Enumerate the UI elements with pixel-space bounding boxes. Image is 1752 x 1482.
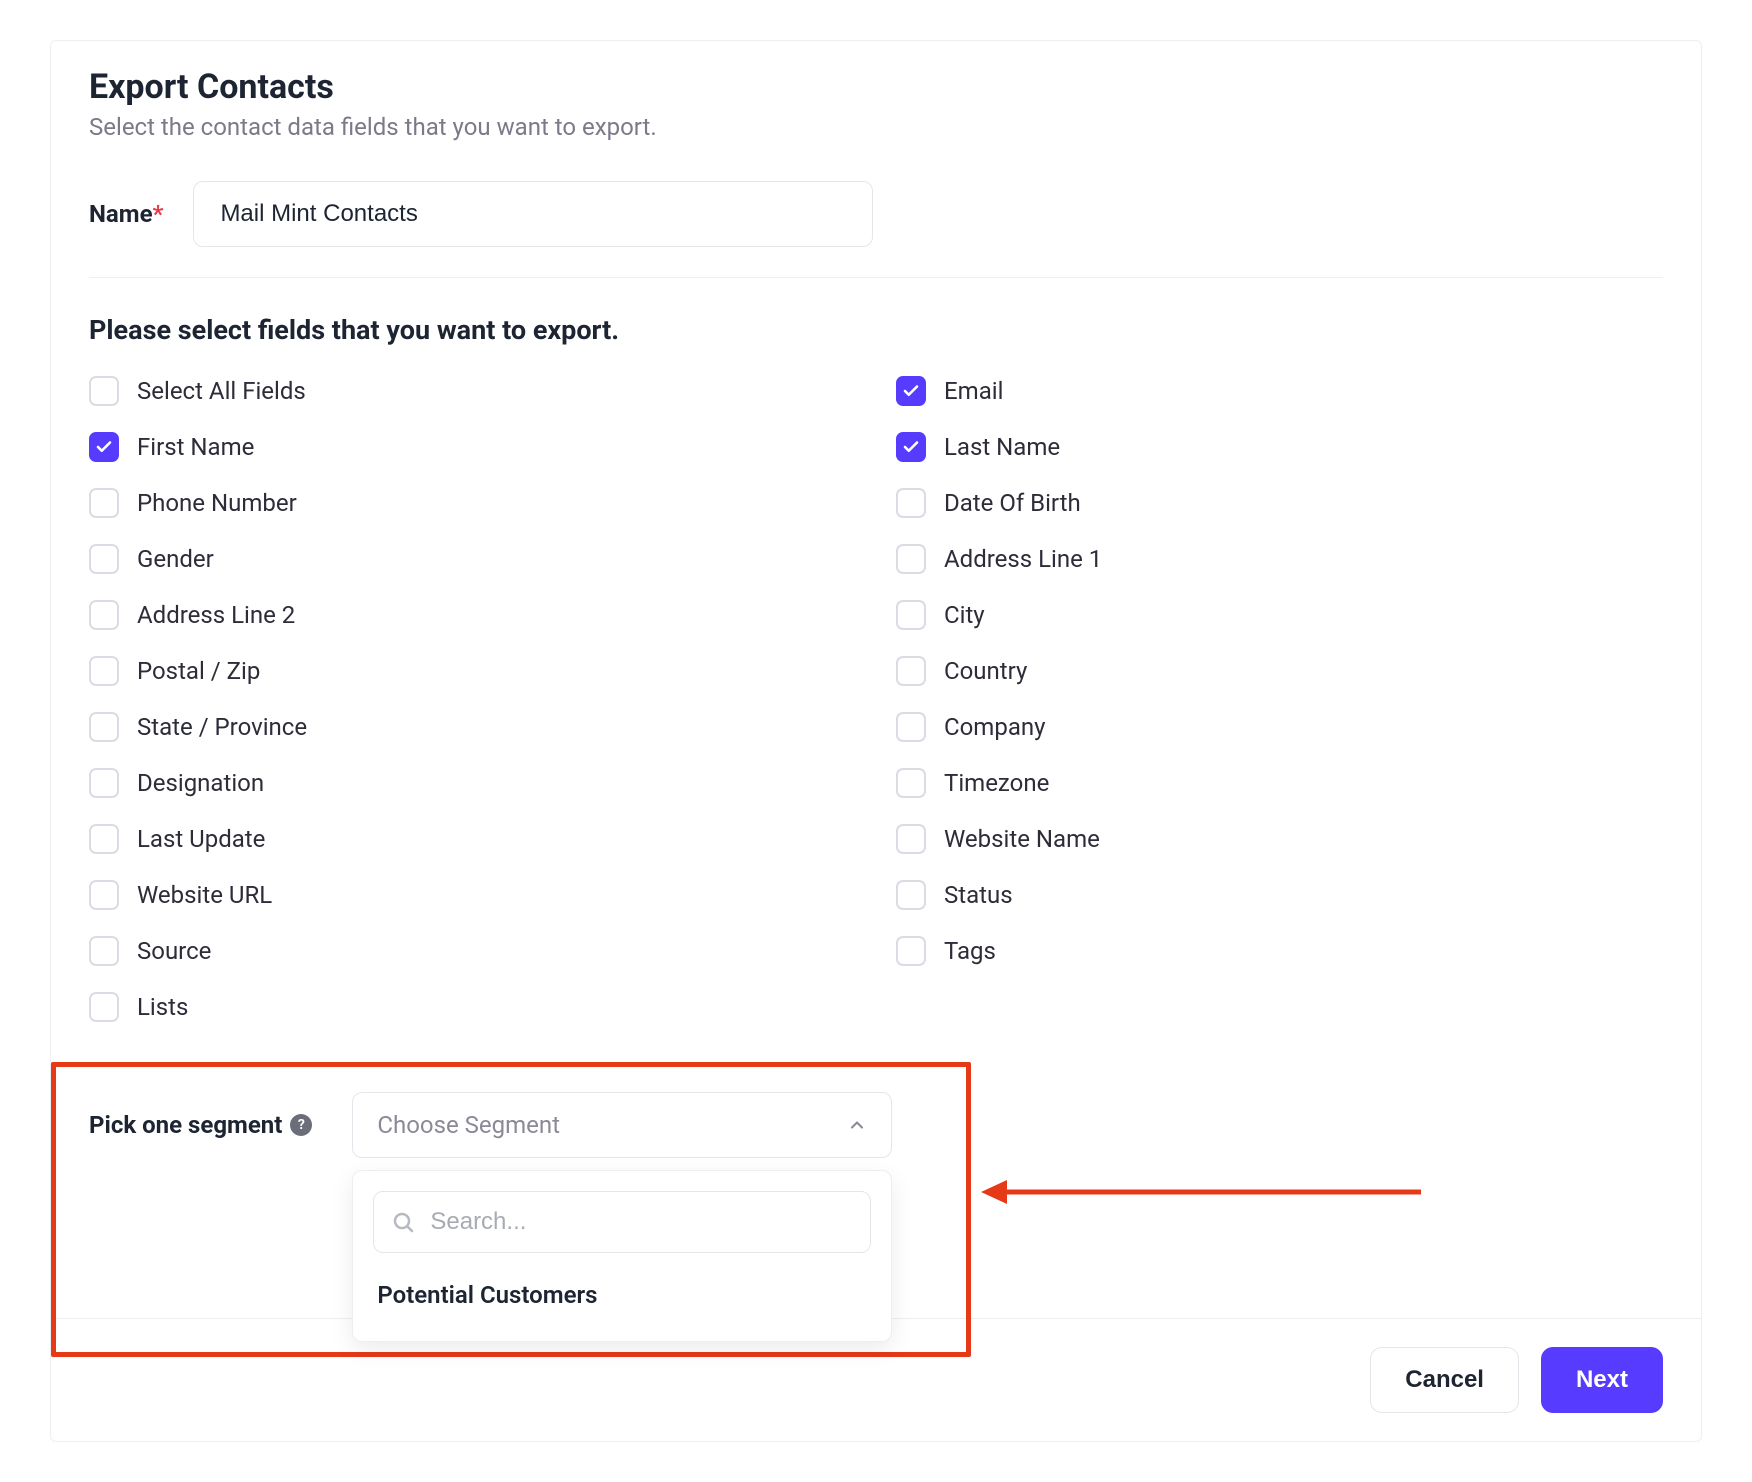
field-item[interactable]: Phone Number <box>89 488 856 518</box>
field-label: City <box>944 601 985 629</box>
field-item[interactable]: State / Province <box>89 712 856 742</box>
field-item[interactable]: Lists <box>89 992 856 1022</box>
panel-header: Export Contacts Select the contact data … <box>51 41 1701 181</box>
segment-placeholder: Choose Segment <box>377 1111 560 1139</box>
field-label: Lists <box>137 993 188 1021</box>
checkbox[interactable] <box>89 432 119 462</box>
field-item[interactable]: City <box>896 600 1663 630</box>
field-item[interactable]: Address Line 1 <box>896 544 1663 574</box>
segment-dropdown: Potential Customers <box>352 1170 892 1342</box>
field-item[interactable]: Gender <box>89 544 856 574</box>
checkbox[interactable] <box>896 600 926 630</box>
fields-section-title: Please select fields that you want to ex… <box>51 278 1701 366</box>
field-label: Designation <box>137 769 264 797</box>
field-label: Date Of Birth <box>944 489 1081 517</box>
field-label: Gender <box>137 545 214 573</box>
segment-label-text: Pick one segment <box>89 1111 282 1139</box>
cancel-button[interactable]: Cancel <box>1370 1347 1519 1413</box>
field-item[interactable]: Source <box>89 936 856 966</box>
annotation-arrow <box>981 1172 1421 1212</box>
checkbox[interactable] <box>89 656 119 686</box>
field-label: Status <box>944 881 1013 909</box>
checkbox[interactable] <box>89 600 119 630</box>
name-label: Name* <box>89 200 163 228</box>
segment-select-head[interactable]: Choose Segment <box>352 1092 892 1158</box>
field-label: State / Province <box>137 713 307 741</box>
help-icon[interactable]: ? <box>290 1114 312 1136</box>
name-row: Name* <box>51 181 1701 277</box>
checkbox[interactable] <box>896 656 926 686</box>
field-item[interactable]: Date Of Birth <box>896 488 1663 518</box>
name-input[interactable] <box>193 181 873 247</box>
field-label: Address Line 2 <box>137 601 295 629</box>
checkbox[interactable] <box>896 488 926 518</box>
field-label: Phone Number <box>137 489 297 517</box>
field-item[interactable]: Website Name <box>896 824 1663 854</box>
field-item[interactable]: Tags <box>896 936 1663 966</box>
segment-options: Potential Customers <box>373 1275 871 1315</box>
checkbox[interactable] <box>89 768 119 798</box>
checkbox[interactable] <box>89 880 119 910</box>
export-contacts-panel: Export Contacts Select the contact data … <box>50 40 1702 1442</box>
checkbox[interactable] <box>896 432 926 462</box>
field-label: Last Update <box>137 825 265 853</box>
required-mark: * <box>153 200 164 228</box>
field-label: Country <box>944 657 1027 685</box>
field-label: Postal / Zip <box>137 657 260 685</box>
segment-search-input[interactable] <box>373 1191 871 1253</box>
checkbox[interactable] <box>89 992 119 1022</box>
field-item[interactable]: Timezone <box>896 768 1663 798</box>
field-label: First Name <box>137 433 254 461</box>
field-label: Company <box>944 713 1046 741</box>
checkbox[interactable] <box>89 936 119 966</box>
field-item[interactable]: Last Update <box>89 824 856 854</box>
field-item[interactable]: Status <box>896 880 1663 910</box>
field-item[interactable]: Select All Fields <box>89 376 856 406</box>
field-item[interactable]: Country <box>896 656 1663 686</box>
field-item[interactable]: Email <box>896 376 1663 406</box>
checkbox[interactable] <box>896 880 926 910</box>
field-item[interactable]: Designation <box>89 768 856 798</box>
field-item[interactable]: Website URL <box>89 880 856 910</box>
field-label: Select All Fields <box>137 377 306 405</box>
field-label: Website URL <box>137 881 272 909</box>
segment-search-wrap <box>373 1191 871 1253</box>
checkbox[interactable] <box>896 768 926 798</box>
checkbox[interactable] <box>89 488 119 518</box>
field-item[interactable]: Company <box>896 712 1663 742</box>
checkbox[interactable] <box>89 712 119 742</box>
next-button[interactable]: Next <box>1541 1347 1663 1413</box>
fields-grid: Select All Fields Email First Name Last Nam… <box>51 366 1701 1062</box>
checkbox[interactable] <box>896 712 926 742</box>
field-label: Email <box>944 377 1003 405</box>
field-label: Website Name <box>944 825 1100 853</box>
field-label: Tags <box>944 937 996 965</box>
segment-select: Choose Segment Potential Customers <box>352 1092 892 1158</box>
search-icon <box>391 1210 415 1234</box>
field-label: Timezone <box>944 769 1049 797</box>
checkbox[interactable] <box>89 376 119 406</box>
page-title: Export Contacts <box>89 67 1663 107</box>
field-item[interactable]: First Name <box>89 432 856 462</box>
field-item[interactable]: Last Name <box>896 432 1663 462</box>
checkbox[interactable] <box>896 824 926 854</box>
field-label: Source <box>137 937 211 965</box>
page-subtitle: Select the contact data fields that you … <box>89 113 1663 141</box>
checkbox[interactable] <box>89 824 119 854</box>
checkbox[interactable] <box>89 544 119 574</box>
name-label-text: Name <box>89 200 153 228</box>
segment-label: Pick one segment ? <box>89 1111 312 1139</box>
field-label: Last Name <box>944 433 1060 461</box>
checkbox[interactable] <box>896 376 926 406</box>
checkbox[interactable] <box>896 936 926 966</box>
checkbox[interactable] <box>896 544 926 574</box>
field-label: Address Line 1 <box>944 545 1102 573</box>
field-item[interactable]: Address Line 2 <box>89 600 856 630</box>
segment-area: Pick one segment ? Choose Segment Potent… <box>51 1062 1701 1318</box>
segment-option[interactable]: Potential Customers <box>373 1275 871 1315</box>
chevron-up-icon <box>847 1115 867 1135</box>
segment-row: Pick one segment ? Choose Segment Potent… <box>89 1092 1663 1158</box>
field-item[interactable]: Postal / Zip <box>89 656 856 686</box>
